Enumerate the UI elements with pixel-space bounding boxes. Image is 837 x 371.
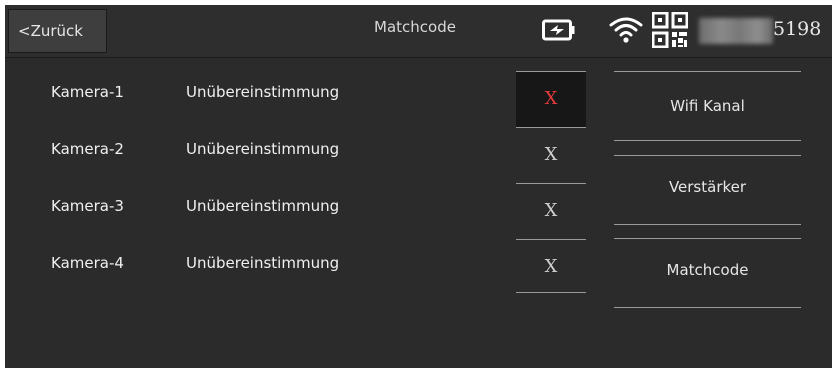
camera-status: Unübereinstimmung: [186, 140, 340, 158]
matchcode-button[interactable]: Matchcode: [614, 238, 801, 308]
top-bar: <Zurück Matchcode 5198: [5, 5, 832, 58]
camera-label: Kamera-2: [51, 140, 124, 158]
matchcode-screen: <Zurück Matchcode 5198 Kamera-1 Unüberei…: [5, 5, 832, 368]
amplifier-button[interactable]: Verstärker: [614, 155, 801, 225]
unmatch-button-camera-2[interactable]: X: [516, 128, 586, 183]
redacted-serial: [699, 18, 773, 44]
separator: [516, 292, 586, 293]
device-serial: 5198: [773, 18, 822, 40]
camera-status: Unübereinstimmung: [186, 83, 340, 101]
battery-charging-icon: [542, 19, 575, 41]
wifi-channel-button[interactable]: Wifi Kanal: [614, 71, 801, 141]
camera-label: Kamera-3: [51, 197, 124, 215]
wifi-channel-label: Wifi Kanal: [670, 97, 745, 115]
wifi-icon: [609, 17, 643, 43]
unmatch-button-camera-1[interactable]: X: [516, 72, 586, 127]
qr-code-icon: [652, 12, 688, 48]
unmatch-button-camera-4[interactable]: X: [516, 240, 586, 295]
unmatch-button-camera-3[interactable]: X: [516, 184, 586, 239]
camera-label: Kamera-1: [51, 83, 124, 101]
back-button[interactable]: <Zurück: [8, 9, 107, 53]
camera-status: Unübereinstimmung: [186, 254, 340, 272]
amplifier-label: Verstärker: [668, 178, 747, 196]
page-title: Matchcode: [374, 18, 456, 36]
camera-status: Unübereinstimmung: [186, 197, 340, 215]
camera-label: Kamera-4: [51, 254, 124, 272]
matchcode-label: Matchcode: [666, 261, 749, 279]
